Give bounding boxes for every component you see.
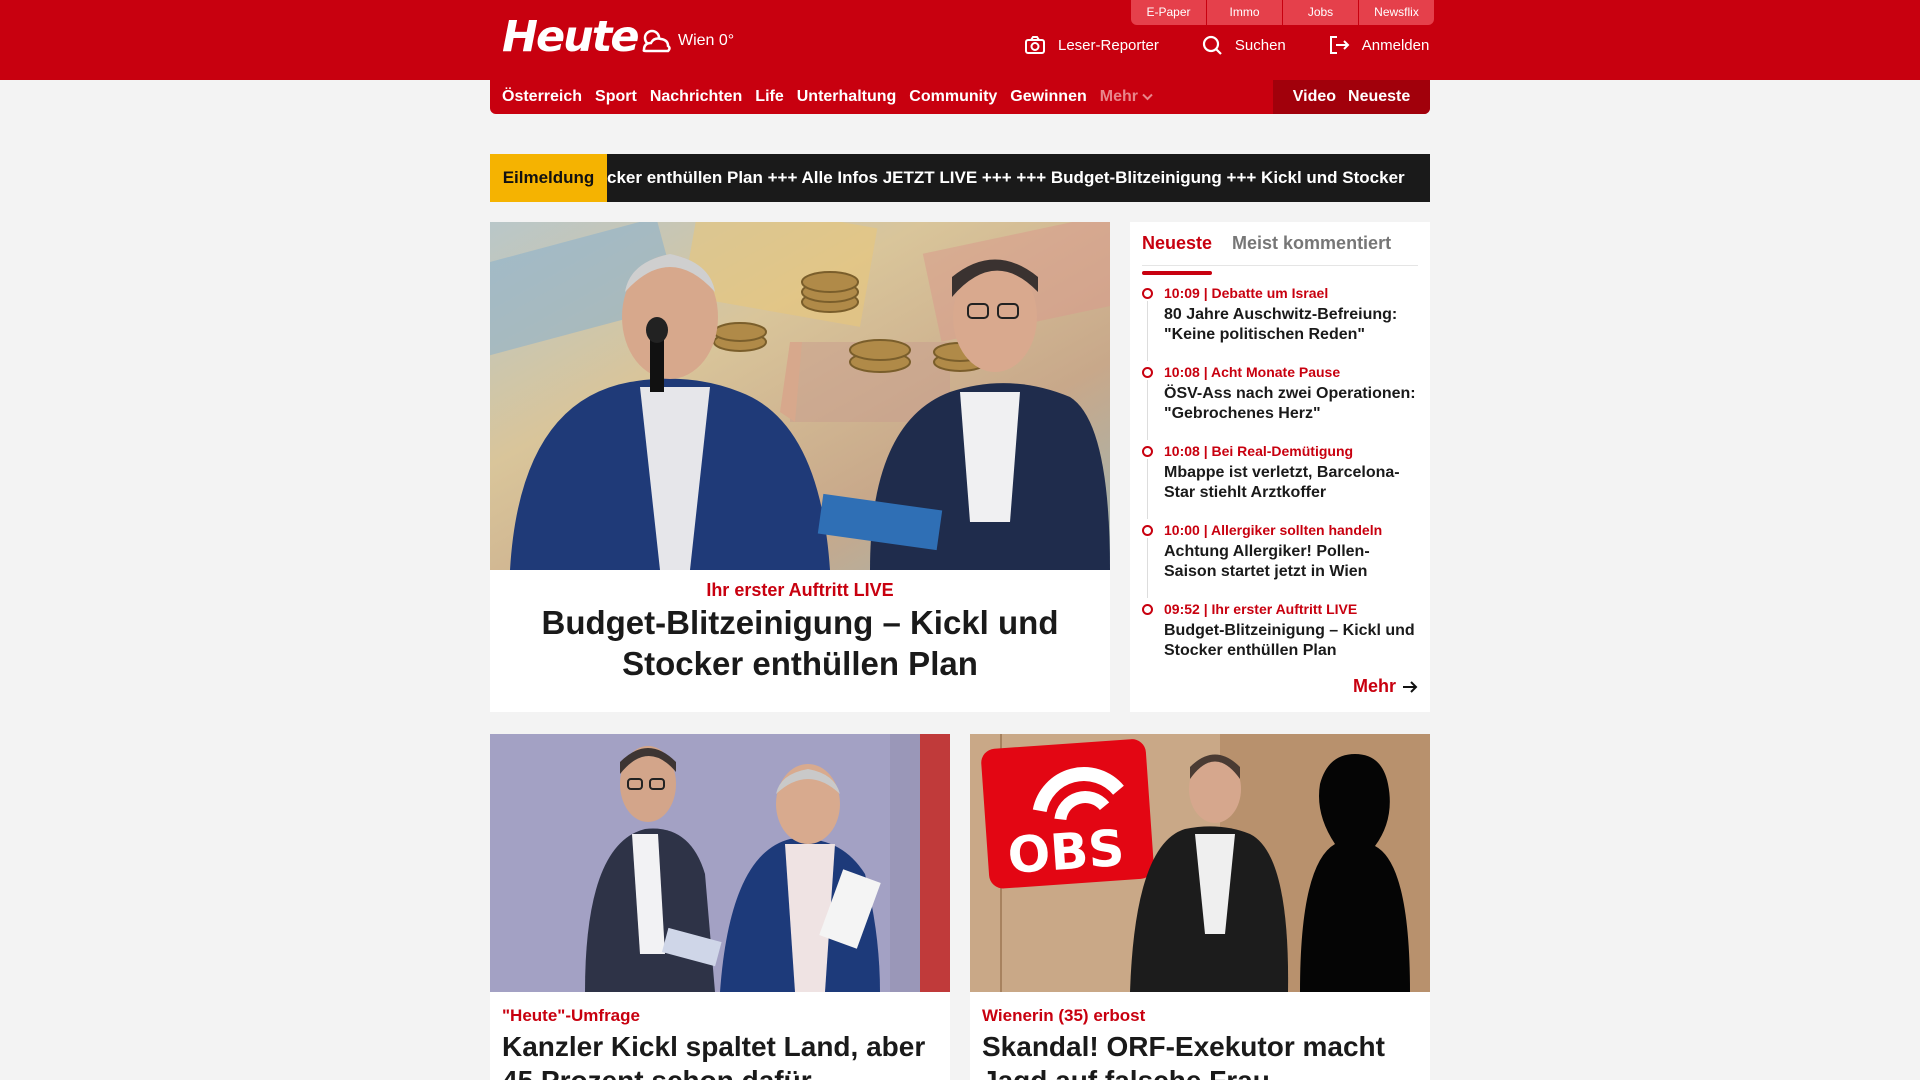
feed-item-meta: 10:00 | Allergiker sollten handeln (1164, 522, 1383, 538)
feed-item-title[interactable]: ÖSV-Ass nach zwei Operationen: "Gebroche… (1164, 384, 1422, 424)
feed-item-meta: 10:08 | Acht Monate Pause (1164, 364, 1341, 380)
feed-item-title[interactable]: Achtung Allergiker! Pollen-Saison starte… (1164, 542, 1422, 582)
nav-video[interactable]: Video (1293, 88, 1336, 106)
story-card-headline[interactable]: Kanzler Kickl spaltet Land, aber 45 Proz… (502, 1030, 942, 1080)
main-nav: Österreich Sport Nachrichten Life Unterh… (490, 80, 1430, 114)
feed-item-meta: 10:09 | Debatte um Israel (1164, 285, 1329, 301)
story-card[interactable]: OBS Wienerin (35) erbost Skandal! ORF-Ex… (970, 734, 1430, 1080)
feed-item[interactable]: 10:00 | Allergiker sollten handeln Achtu… (1142, 521, 1422, 600)
timeline-dot-icon (1142, 525, 1153, 536)
site-header: Heute Wien 0° E-Paper Immo Jobs Newsflix… (0, 0, 1920, 80)
obs-sign-text: OBS (1006, 819, 1126, 885)
story-card-headline[interactable]: Skandal! ORF-Exekutor macht Jagd auf fal… (982, 1030, 1422, 1080)
top-menu-jobs[interactable]: Jobs (1283, 0, 1358, 25)
lead-story-headline[interactable]: Budget-Blitzeinigung – Kickl und Stocker… (530, 602, 1070, 684)
news-feed-panel: Neueste Meist kommentiert 10:09 | Debatt… (1130, 222, 1430, 712)
story-card-kicker: "Heute"-Umfrage (502, 1006, 640, 1025)
feed-tabs: Neueste Meist kommentiert (1142, 230, 1418, 275)
nav-neueste[interactable]: Neueste (1348, 88, 1410, 106)
nav-item-unterhaltung[interactable]: Unterhaltung (797, 88, 897, 106)
feed-more-link[interactable]: Mehr (1353, 676, 1418, 697)
nav-more-dropdown[interactable]: Mehr (1100, 88, 1153, 106)
feed-item[interactable]: 10:08 | Acht Monate Pause ÖSV-Ass nach z… (1142, 363, 1422, 442)
search-icon (1202, 35, 1222, 55)
timeline-dot-icon (1142, 367, 1153, 378)
login-icon (1329, 36, 1350, 54)
timeline-line (1147, 380, 1148, 440)
timeline-line (1147, 301, 1148, 361)
feed-item-title[interactable]: Budget-Blitzeinigung – Kickl und Stocker… (1164, 621, 1422, 661)
login-button[interactable]: Anmelden (1328, 34, 1430, 56)
top-menu-epaper[interactable]: E-Paper (1131, 0, 1206, 25)
header-actions: Leser-Reporter Suchen Anmelden (1024, 34, 1429, 56)
lead-story[interactable]: Ihr erster Auftritt LIVE Budget-Blitzein… (490, 222, 1110, 712)
search-button[interactable]: Suchen (1201, 34, 1286, 56)
feed-item[interactable]: 09:52 | Ihr erster Auftritt LIVE Budget-… (1142, 600, 1422, 679)
feed-list: 10:09 | Debatte um Israel 80 Jahre Ausch… (1142, 284, 1422, 679)
weather-label: Wien 0° (678, 32, 735, 49)
nav-item-sport[interactable]: Sport (595, 88, 637, 106)
nav-item-nachrichten[interactable]: Nachrichten (650, 88, 742, 106)
leser-reporter-button[interactable]: Leser-Reporter (1024, 34, 1159, 56)
timeline-dot-icon (1142, 288, 1153, 299)
lead-story-kicker: Ihr erster Auftritt LIVE (706, 580, 894, 600)
breaking-news-ticker[interactable]: Eilmeldung cker enthüllen Plan +++ Alle … (490, 154, 1430, 202)
nav-right-group: Video Neueste (1273, 80, 1430, 114)
feed-item-meta: 10:08 | Bei Real-Demütigung (1164, 443, 1354, 459)
story-card[interactable]: "Heute"-Umfrage Kanzler Kickl spaltet La… (490, 734, 950, 1080)
nav-item-oesterreich[interactable]: Österreich (502, 88, 582, 106)
timeline-line (1147, 459, 1148, 519)
story-card-kicker: Wienerin (35) erbost (982, 1006, 1146, 1025)
nav-more-label: Mehr (1099, 88, 1138, 105)
heute-logo[interactable]: Heute (502, 12, 639, 62)
cloud-sun-icon (642, 29, 671, 53)
story-card-image[interactable]: OBS (970, 734, 1430, 992)
feed-more-label: Mehr (1352, 676, 1396, 696)
feed-item-title[interactable]: Mbappe ist verletzt, Barcelona-Star stie… (1164, 463, 1422, 503)
tab-neueste[interactable]: Neueste (1142, 230, 1213, 275)
tab-meist-kommentiert[interactable]: Meist kommentiert (1232, 230, 1391, 265)
top-menu: E-Paper Immo Jobs Newsflix (1130, 0, 1434, 25)
feed-item[interactable]: 10:09 | Debatte um Israel 80 Jahre Ausch… (1142, 284, 1422, 363)
nav-item-community[interactable]: Community (909, 88, 997, 106)
feed-item[interactable]: 10:08 | Bei Real-Demütigung Mbappe ist v… (1142, 442, 1422, 521)
top-menu-newsflix[interactable]: Newsflix (1359, 0, 1434, 25)
lead-story-image[interactable] (490, 222, 1110, 570)
timeline-dot-icon (1142, 446, 1153, 457)
nav-item-life[interactable]: Life (755, 88, 783, 106)
story-card-image[interactable] (490, 734, 950, 992)
search-label: Suchen (1234, 36, 1286, 54)
ticker-label: Eilmeldung (490, 154, 607, 202)
feed-item-meta: 09:52 | Ihr erster Auftritt LIVE (1164, 601, 1358, 617)
arrow-right-icon (1403, 680, 1418, 693)
camera-icon (1025, 36, 1045, 54)
login-label: Anmelden (1361, 36, 1430, 54)
timeline-line (1147, 538, 1148, 598)
feed-item-title[interactable]: 80 Jahre Auschwitz-Befreiung: "Keine pol… (1164, 305, 1422, 345)
chevron-down-icon (1142, 93, 1153, 101)
nav-item-gewinnen[interactable]: Gewinnen (1010, 88, 1086, 106)
ticker-text[interactable]: cker enthüllen Plan +++ Alle Infos JETZT… (607, 154, 1405, 202)
leser-reporter-label: Leser-Reporter (1058, 36, 1159, 54)
weather-widget[interactable]: Wien 0° (638, 26, 734, 56)
top-menu-immo[interactable]: Immo (1207, 0, 1282, 25)
timeline-dot-icon (1142, 604, 1153, 615)
